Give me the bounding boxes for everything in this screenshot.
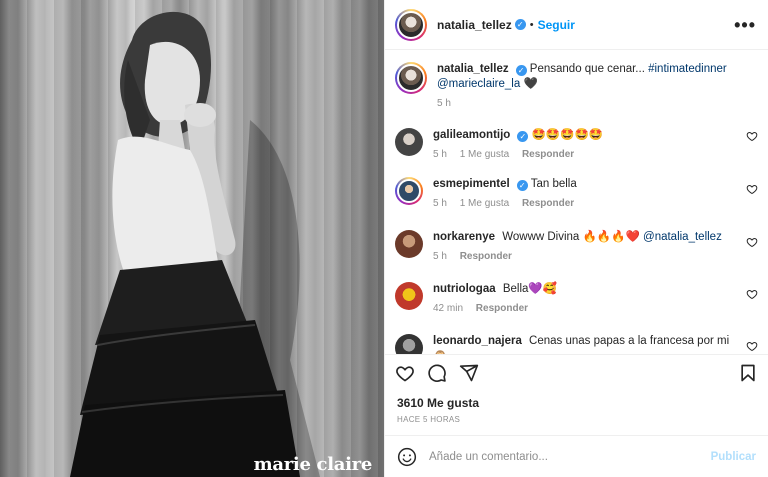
more-options-icon[interactable]: ••• — [734, 16, 756, 34]
caption: natalia_tellez ✓ Pensando que cenar... #i… — [385, 50, 768, 122]
emoji-icon[interactable] — [397, 447, 417, 467]
post-timestamp: HACE 5 HORAS — [397, 415, 461, 424]
comment-time: 42 min — [433, 303, 464, 314]
post-photo[interactable]: marie claire — [0, 0, 384, 477]
comment-like-heart-icon[interactable] — [746, 130, 758, 142]
reply-button[interactable]: Responder — [522, 149, 574, 160]
comment-like-heart-icon[interactable] — [746, 183, 758, 195]
share-icon[interactable] — [459, 363, 479, 383]
comment-like-heart-icon[interactable] — [746, 340, 758, 352]
action-bar — [385, 354, 768, 391]
post-comment-button[interactable]: Publicar — [711, 451, 756, 463]
verified-icon: ✓ — [515, 65, 527, 76]
comment-icon[interactable] — [427, 363, 447, 383]
verified-icon: ✓ — [514, 19, 526, 30]
post-sidebar: natalia_tellez ✓ • Seguir ••• natalia_te… — [384, 0, 768, 477]
likes-count[interactable]: 3610 Me gusta — [385, 391, 768, 411]
caption-avatar[interactable] — [395, 62, 427, 94]
comment-text: 🤩🤩🤩🤩🤩 — [531, 129, 604, 141]
commenter-avatar[interactable] — [395, 230, 423, 258]
author-username[interactable]: natalia_tellez — [437, 18, 512, 32]
woman-figure — [70, 11, 320, 477]
reply-button[interactable]: Responder — [460, 251, 512, 262]
post-modal: marie claire natalia_tellez ✓ • Seguir •… — [0, 0, 768, 477]
post-header: natalia_tellez ✓ • Seguir ••• — [385, 0, 768, 50]
author-avatar[interactable] — [395, 8, 427, 41]
caption-text: Pensando que cenar... — [529, 63, 645, 75]
comment-like-heart-icon[interactable] — [746, 288, 758, 300]
caption-emoji: 🖤 — [523, 78, 538, 90]
comment-username[interactable]: esmepimentel — [433, 178, 510, 190]
commenter-avatar[interactable] — [395, 282, 423, 310]
verified-icon: ✓ — [516, 180, 528, 191]
comment-likes[interactable]: 1 Me gusta — [460, 198, 509, 209]
follow-button[interactable]: Seguir — [538, 18, 575, 32]
comment-mention[interactable]: @natalia_tellez — [643, 231, 722, 243]
commenter-avatar[interactable] — [395, 128, 423, 156]
separator-dot: • — [529, 18, 534, 31]
comment-item: galileamontijo ✓ 🤩🤩🤩🤩🤩 5 h 1 Me gusta Res… — [385, 122, 768, 175]
caption-mention[interactable]: @marieclaire_la — [437, 78, 520, 90]
comment-item: norkarenye Wowww Divina 🔥🔥🔥❤️ @natalia_t… — [385, 228, 768, 280]
commenter-avatar[interactable] — [395, 334, 423, 354]
reply-button[interactable]: Responder — [522, 198, 574, 209]
comment-username[interactable]: galileamontijo — [433, 129, 510, 141]
add-comment-bar: Publicar — [385, 435, 768, 477]
comment-username[interactable]: nutriologaa — [433, 283, 496, 295]
heart-icon[interactable] — [395, 363, 415, 383]
verified-icon: ✓ — [517, 131, 529, 142]
caption-username[interactable]: natalia_tellez — [437, 63, 509, 75]
comment-username[interactable]: leonardo_najera — [433, 335, 522, 347]
comment-username[interactable]: norkarenye — [433, 231, 495, 243]
comment-time: 5 h — [433, 149, 447, 160]
comment-text: Tan bella — [530, 178, 577, 190]
magazine-watermark: marie claire — [253, 454, 373, 475]
comment-item: nutriologaa Bella💜🥰 42 min Responder — [385, 280, 768, 332]
comment-time: 5 h — [433, 251, 447, 262]
caption-time: 5 h — [437, 98, 451, 109]
comment-time: 5 h — [433, 198, 447, 209]
commenter-avatar[interactable] — [395, 177, 423, 205]
comments-list[interactable]: natalia_tellez ✓ Pensando que cenar... #i… — [385, 50, 768, 354]
bookmark-icon[interactable] — [738, 363, 758, 383]
comment-text: Bella💜🥰 — [502, 283, 558, 295]
reply-button[interactable]: Responder — [476, 303, 528, 314]
comment-item: leonardo_najera Cenas unas papas a la fr… — [385, 332, 768, 354]
comment-like-heart-icon[interactable] — [746, 236, 758, 248]
comment-input[interactable] — [429, 450, 711, 463]
caption-hashtag[interactable]: #intimatedinner — [648, 63, 727, 75]
comment-text: Wowww Divina 🔥🔥🔥❤️ — [502, 231, 640, 243]
comment-item: esmepimentel ✓ Tan bella 5 h 1 Me gusta R… — [385, 175, 768, 228]
comment-likes[interactable]: 1 Me gusta — [460, 149, 509, 160]
